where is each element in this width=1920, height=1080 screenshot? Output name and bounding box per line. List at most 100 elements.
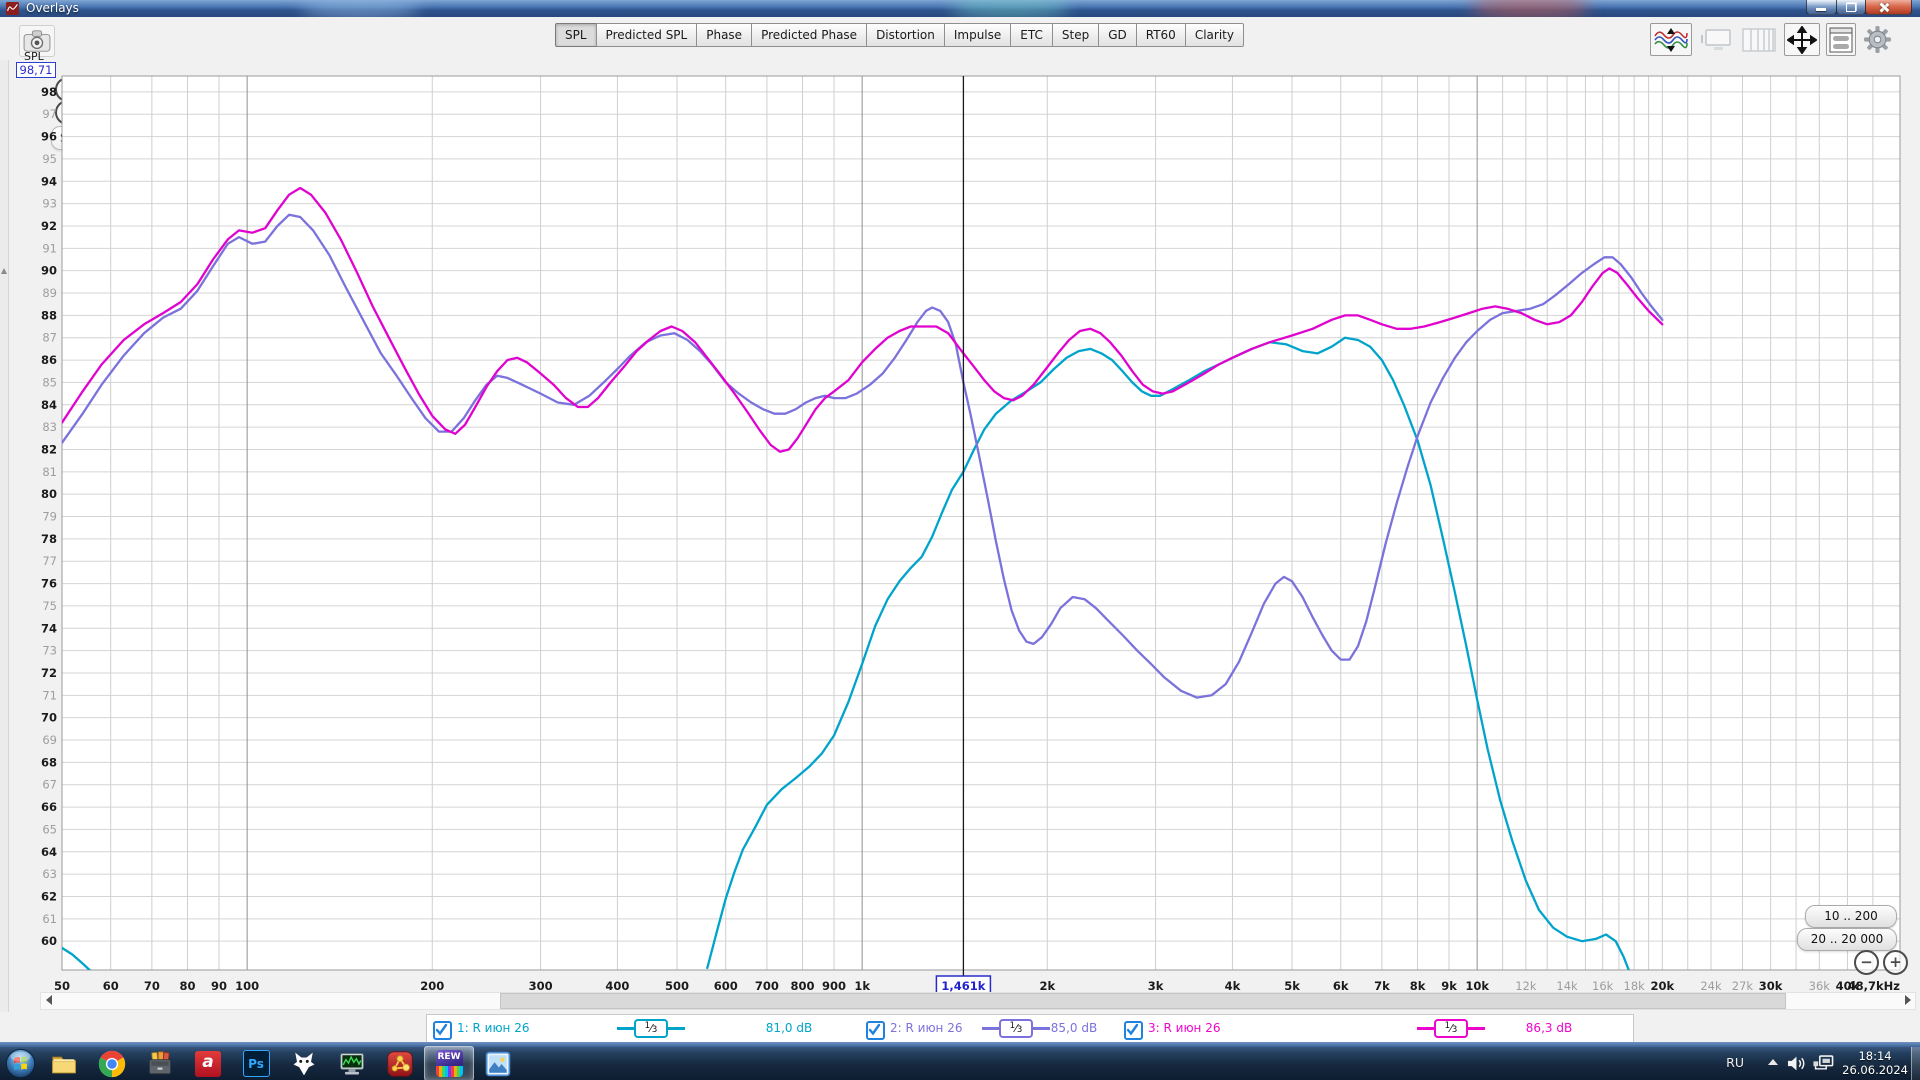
tab-spl[interactable]: SPL [555, 23, 597, 47]
show-desktop-button[interactable] [1911, 1047, 1920, 1080]
taskbar-app-rew[interactable]: REW [424, 1046, 474, 1080]
trace-3-name[interactable]: 3: R июн 26 [1148, 1021, 1220, 1035]
settings-button[interactable] [1862, 24, 1893, 55]
trace-3-cursor-value: 86,3 dB [1499, 1021, 1599, 1035]
y-axis-tick-label: 88 [41, 308, 57, 322]
window-title: Overlays [26, 1, 79, 15]
tab-gd[interactable]: GD [1098, 23, 1137, 47]
y-axis-tick-label: 81 [42, 465, 57, 479]
y-axis-tick-label: 70 [41, 711, 57, 725]
pan-mode-button[interactable] [1784, 23, 1820, 56]
trace-3-smoothing-badge[interactable]: 1⁄3 [1417, 1019, 1485, 1038]
trace-1-smoothing-badge[interactable]: 1⁄3 [617, 1019, 685, 1038]
taskbar-app-file-cabinet[interactable] [136, 1047, 184, 1080]
explorer-folder-icon [50, 1050, 78, 1078]
x-axis-tick-label: 300 [529, 979, 553, 993]
language-indicator[interactable]: RU [1726, 1055, 1744, 1070]
tray-time: 18:14 [1842, 1049, 1908, 1063]
tab-step[interactable]: Step [1052, 23, 1099, 47]
frequency-scrollbar[interactable] [40, 992, 1916, 1010]
taskbar-app-photoshop[interactable]: Ps [232, 1047, 280, 1080]
x-axis-tick-label: 10k [1465, 979, 1489, 993]
y-axis-tick-label: 80 [41, 487, 57, 501]
trace-2-name[interactable]: 2: R июн 26 [890, 1021, 962, 1035]
restore-icon [1846, 3, 1856, 12]
scroll-right-icon[interactable] [1900, 993, 1915, 1007]
x-axis-tick-label: 6k [1333, 979, 1349, 993]
y-axis-tick-label: 85 [42, 375, 57, 389]
zoom-in-x-button[interactable]: + [1883, 950, 1908, 975]
taskbar-app-audio-analyzer[interactable] [328, 1047, 376, 1080]
align-traces-button[interactable] [1650, 23, 1692, 56]
x-axis-tick-label: 50 [54, 979, 70, 993]
x-axis-tick-label: 70 [144, 979, 160, 993]
gear-icon [1864, 26, 1891, 53]
y-axis-tick-label: 66 [41, 800, 57, 814]
network-icon[interactable] [1812, 1055, 1834, 1072]
graph-tab-strip: SPLPredicted SPLPhasePredicted PhaseDist… [556, 23, 1244, 47]
y-axis-tick-label: 65 [42, 822, 57, 836]
y-axis-tick-label: 67 [42, 778, 57, 792]
x-axis-tick-label: 36k [1809, 979, 1831, 993]
tray-expand-icon[interactable] [1768, 1059, 1778, 1065]
y-axis-tick-label: 74 [41, 621, 57, 635]
trace-3-checkbox[interactable] [1124, 1021, 1143, 1040]
y-axis-tick-label: 69 [42, 733, 57, 747]
foobar-icon [290, 1050, 318, 1078]
y-axis-tick-label: 76 [41, 577, 57, 591]
divider-grip-icon [1, 268, 7, 274]
trace-1-checkbox[interactable] [433, 1021, 452, 1040]
trace-2-cursor-value: 85,0 dB [1024, 1021, 1124, 1035]
y-axis-tick-label: 82 [41, 442, 57, 456]
taskbar-app-image-viewer[interactable] [474, 1047, 522, 1080]
y-axis-tick-label: 92 [41, 219, 57, 233]
y-axis-tick-label: 95 [42, 152, 57, 166]
restore-button[interactable] [1836, 0, 1866, 15]
tray-date: 26.06.2024 [1842, 1063, 1908, 1077]
taskbar-app-molecule-app[interactable] [376, 1047, 424, 1080]
start-button[interactable] [0, 1047, 40, 1080]
range-10-200-button[interactable]: 10 .. 200 [1805, 905, 1897, 928]
wallpaper-glow [300, 0, 420, 17]
toolbar-right-icons [1650, 23, 1899, 56]
volume-icon[interactable] [1786, 1055, 1808, 1072]
tab-clarity[interactable]: Clarity [1185, 23, 1244, 47]
y-axis-tick-label: 61 [42, 912, 57, 926]
frequency-bands-button[interactable] [1740, 24, 1778, 55]
trace-1-name[interactable]: 1: R июн 26 [457, 1021, 529, 1035]
tab-distortion[interactable]: Distortion [866, 23, 945, 47]
clock[interactable]: 18:14 26.06.2024 [1842, 1049, 1908, 1077]
close-button[interactable] [1865, 0, 1912, 15]
y-axis-tick-label: 63 [42, 867, 57, 881]
x-axis-tick-label: 100 [235, 979, 259, 993]
minimize-button[interactable] [1806, 0, 1837, 15]
taskbar-app-explorer[interactable] [40, 1047, 88, 1080]
taskbar-app-chrome[interactable] [88, 1047, 136, 1080]
splitpane-divider[interactable] [0, 60, 9, 1012]
y-axis-tick-label: 83 [42, 420, 57, 434]
scroll-left-icon[interactable] [41, 993, 56, 1007]
spl-chart[interactable]: 9897969594939291908988878685848382818079… [30, 60, 1914, 1012]
windows-start-icon [5, 1048, 36, 1079]
zoom-out-x-button[interactable]: − [1854, 950, 1879, 975]
tab-predicted-spl[interactable]: Predicted SPL [596, 23, 698, 47]
tab-phase[interactable]: Phase [696, 23, 752, 47]
taskbar: aPs REW RU 18:14 26.06.2024 [0, 1047, 1920, 1080]
taskbar-app-foobar[interactable] [280, 1047, 328, 1080]
wallpaper-glow [1470, 0, 1590, 17]
x-axis-tick-label: 18k [1624, 979, 1646, 993]
graph-limits-button[interactable] [1826, 23, 1856, 56]
check-icon [435, 1023, 448, 1036]
y-axis-tick-label: 86 [41, 353, 57, 367]
taskbar-app-amd[interactable]: a [184, 1047, 232, 1080]
plot-background [62, 76, 1900, 970]
tab-predicted-phase[interactable]: Predicted Phase [751, 23, 867, 47]
tab-etc[interactable]: ETC [1010, 23, 1053, 47]
scrollbar-thumb[interactable] [500, 993, 1786, 1009]
thumbnail-view-button[interactable] [1698, 24, 1734, 55]
file-cabinet-icon [146, 1050, 174, 1078]
range-20-20000-button[interactable]: 20 .. 20 000 [1797, 928, 1897, 951]
trace-2-checkbox[interactable] [866, 1021, 885, 1040]
tab-rt60[interactable]: RT60 [1136, 23, 1186, 47]
tab-impulse[interactable]: Impulse [944, 23, 1011, 47]
